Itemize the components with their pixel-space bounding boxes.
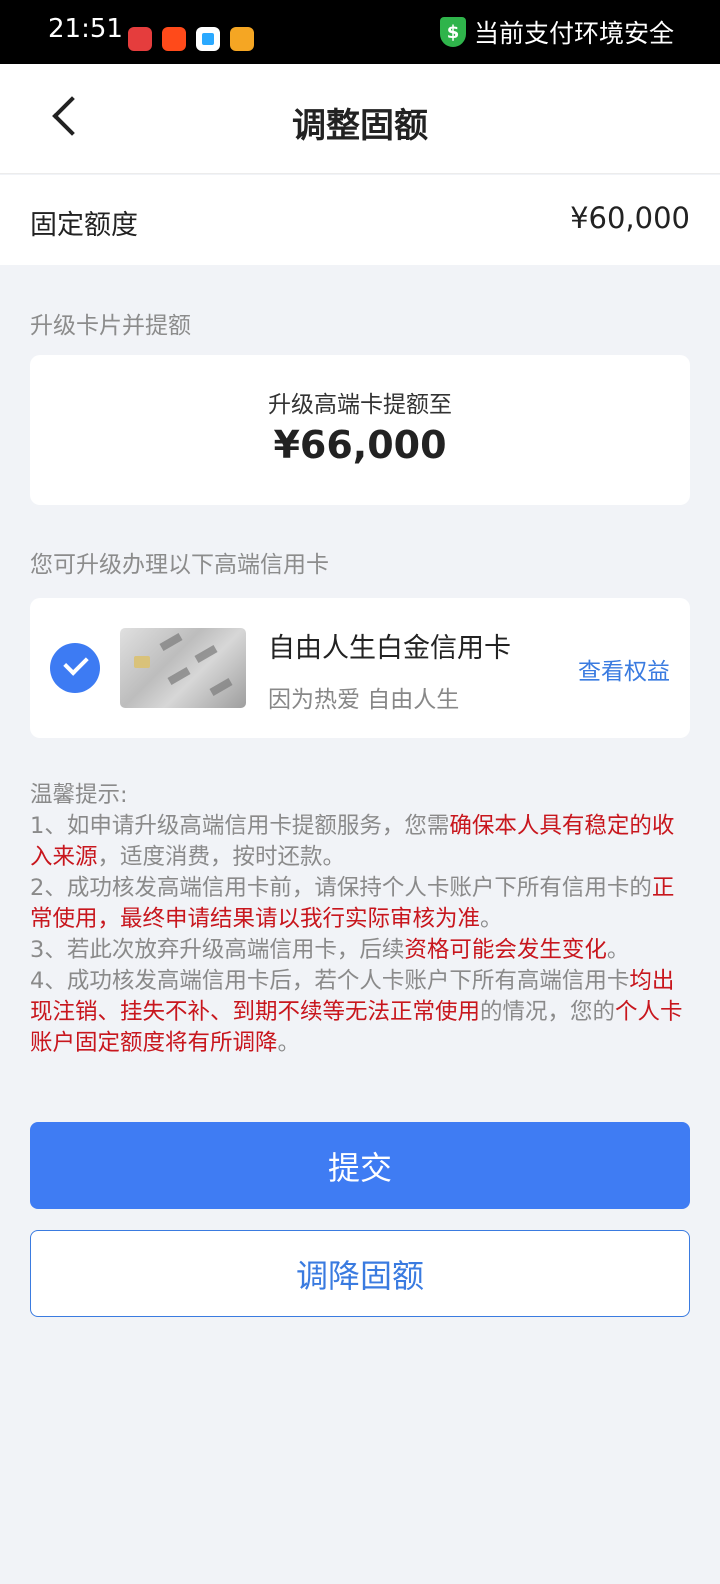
card-option[interactable]: 自由人生白金信用卡 因为热爱 自由人生 查看权益 — [30, 598, 690, 738]
checkmark-icon[interactable] — [50, 643, 100, 693]
card-pattern — [209, 678, 233, 696]
tips-block: 温馨提示: 1、如申请升级高端信用卡提额服务，您需确保本人具有稳定的收入来源，适… — [30, 780, 690, 1059]
upgrade-subtitle: 升级高端卡提额至 — [268, 392, 452, 418]
card-slogan: 因为热爱 自由人生 — [268, 687, 460, 713]
tip-text: 2、成功核发高端信用卡前，请保持个人卡账户下所有信用卡的 — [30, 875, 652, 901]
card-pattern — [159, 633, 183, 651]
card-name: 自由人生白金信用卡 — [268, 633, 511, 664]
card-pattern — [194, 645, 218, 663]
tip-text: 1、如申请升级高端信用卡提额服务，您需 — [30, 813, 450, 839]
tip-text: 3、若此次放弃升级高端信用卡，后续 — [30, 937, 405, 963]
tip-2: 2、成功核发高端信用卡前，请保持个人卡账户下所有信用卡的正常使用，最终申请结果请… — [30, 873, 690, 935]
tip-text: 4、成功核发高端信用卡后，若个人卡账户下所有高端信用卡 — [30, 968, 630, 994]
card-pattern — [167, 667, 191, 685]
fixed-limit-value: ¥60,000 — [570, 201, 690, 235]
credit-card-image — [120, 628, 246, 708]
nav-bar: 调整固额 — [0, 64, 720, 174]
upgrade-amount-panel: 升级高端卡提额至 ¥66,000 — [30, 355, 690, 505]
shield-icon: $ — [439, 17, 466, 47]
tip-warning: 资格可能会发生变化 — [404, 937, 607, 963]
security-indicator: $ 当前支付环境安全 — [439, 14, 674, 50]
app-1-icon — [128, 27, 152, 51]
tip-text: 。 — [480, 906, 503, 932]
upgrade-amount: ¥66,000 — [273, 423, 447, 467]
tip-text: 。 — [277, 1030, 301, 1056]
status-time: 21:51 — [48, 14, 123, 44]
submit-button[interactable]: 提交 — [30, 1122, 690, 1209]
app-3-icon — [196, 27, 220, 51]
app-4-icon — [230, 27, 254, 51]
page-title: 调整固额 — [292, 106, 428, 146]
tip-warning: 最终申请结果请以我行实际审核为准 — [120, 906, 481, 932]
decrease-limit-button[interactable]: 调降固额 — [30, 1230, 690, 1317]
cards-section-title: 您可升级办理以下高端信用卡 — [30, 552, 329, 578]
tip-text: 的情况，您的 — [480, 999, 616, 1025]
fixed-limit-label: 固定额度 — [30, 210, 138, 241]
tips-title: 温馨提示: — [30, 782, 128, 808]
security-text: 当前支付环境安全 — [473, 19, 674, 48]
taobao-icon — [162, 27, 186, 51]
tip-3: 3、若此次放弃升级高端信用卡，后续资格可能会发生变化。 — [30, 935, 690, 966]
tip-4: 4、成功核发高端信用卡后，若个人卡账户下所有高端信用卡均出现注销、挂失不补、到期… — [30, 966, 690, 1059]
upgrade-section-title: 升级卡片并提额 — [30, 313, 191, 339]
status-bar: 21:51 $ 当前支付环境安全 — [0, 0, 720, 64]
card-chip — [134, 656, 150, 668]
fixed-limit-row: 固定额度 ¥60,000 — [0, 175, 720, 265]
view-benefits-link[interactable]: 查看权益 — [578, 652, 670, 686]
tip-text: ，适度消费，按时还款。 — [97, 844, 346, 870]
tip-warning: ， — [97, 906, 121, 932]
tip-text: 。 — [606, 937, 630, 963]
tip-1: 1、如申请升级高端信用卡提额服务，您需确保本人具有稳定的收入来源，适度消费，按时… — [30, 811, 690, 873]
